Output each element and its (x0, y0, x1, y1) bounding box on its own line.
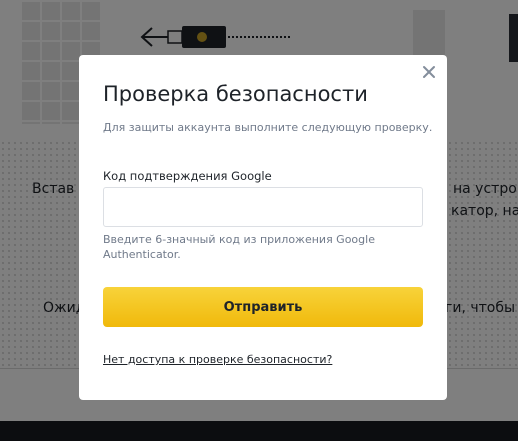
dialog-subtitle: Для защиты аккаунта выполните следующую … (103, 121, 433, 134)
google-code-input[interactable] (103, 187, 423, 227)
google-code-hint: Введите 6-значный код из приложения Goog… (103, 233, 375, 261)
submit-button[interactable]: Отправить (103, 287, 423, 327)
close-icon[interactable] (420, 63, 438, 81)
dialog-title: Проверка безопасности (103, 82, 368, 106)
google-code-label: Код подтверждения Google (103, 169, 272, 183)
security-verification-dialog: Проверка безопасности Для защиты аккаунт… (79, 55, 447, 400)
no-access-link[interactable]: Нет доступа к проверке безопасности? (103, 352, 332, 368)
